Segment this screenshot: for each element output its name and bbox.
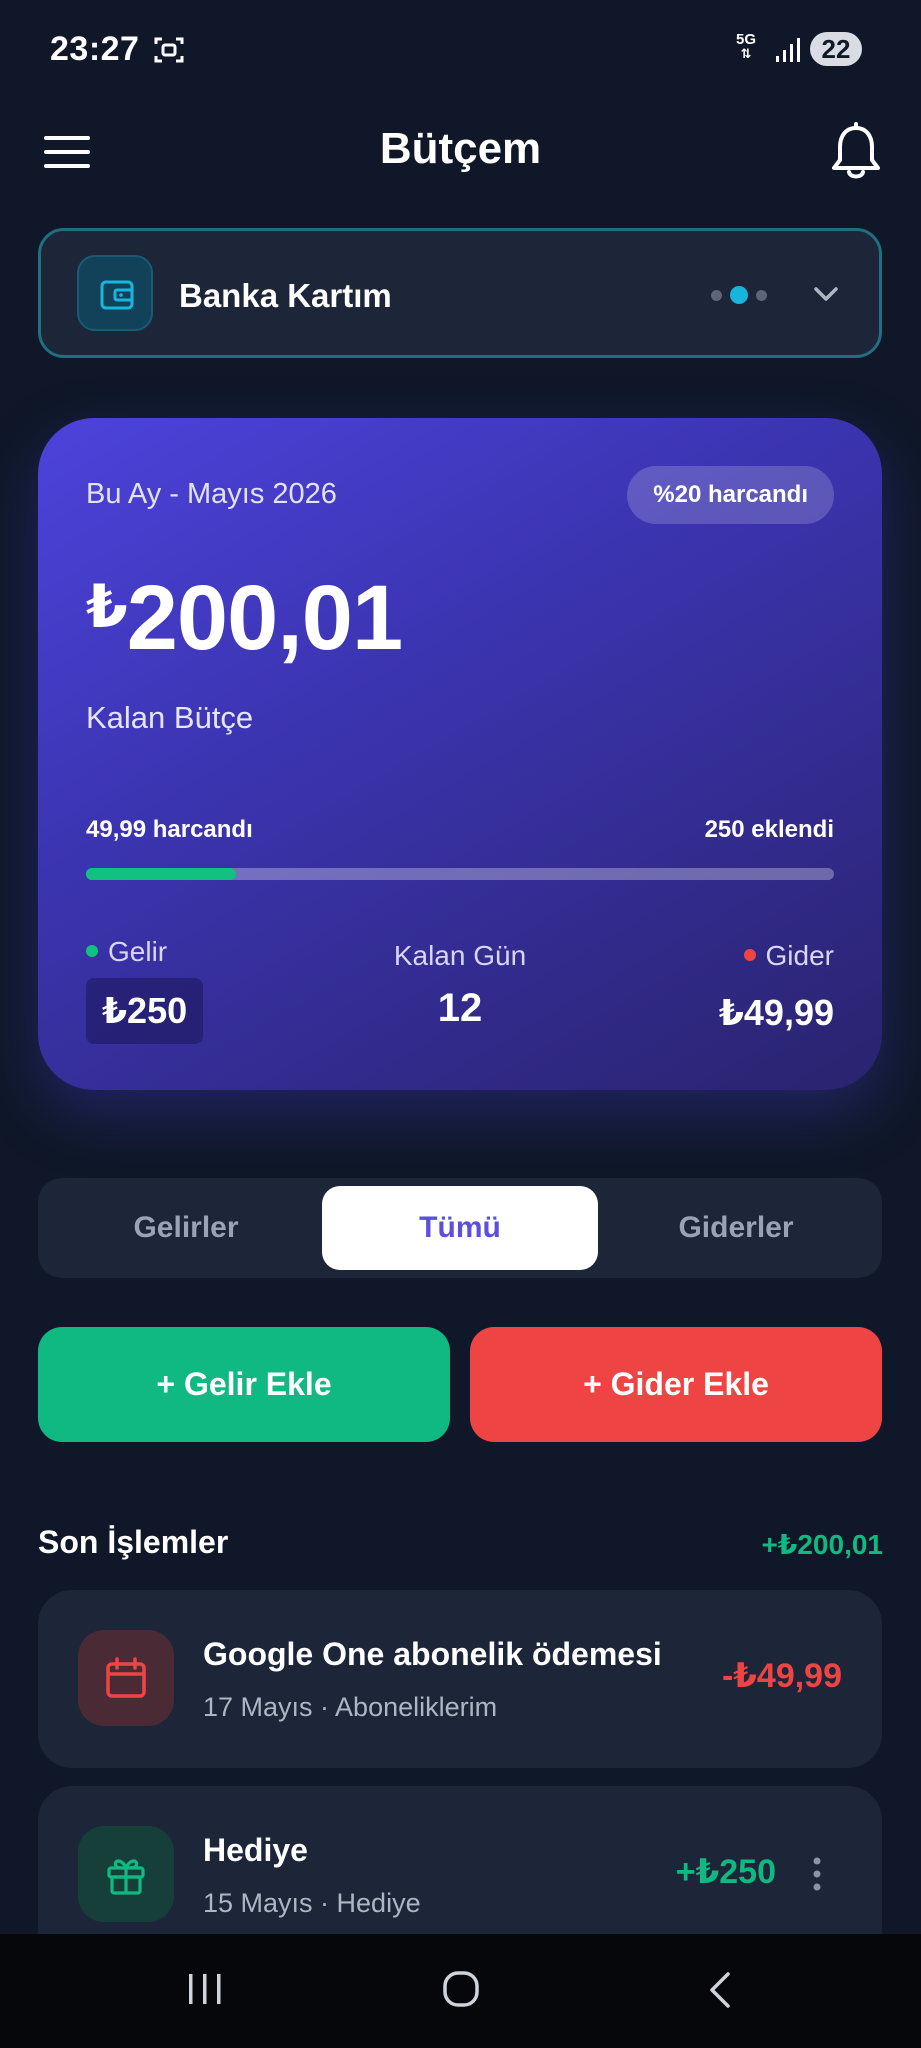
recent-transactions-total: +₺200,01	[761, 1529, 883, 1560]
expense-label: Gider	[743, 940, 834, 972]
tab-all[interactable]: Tümü	[322, 1186, 598, 1270]
system-nav-bar	[0, 1934, 921, 2048]
transaction-meta: 15 Mayıs · Hediye	[203, 1888, 421, 1918]
add-income-button[interactable]: + Gelir Ekle	[38, 1327, 450, 1442]
chevron-down-icon[interactable]	[811, 279, 841, 309]
more-vertical-icon[interactable]	[812, 1856, 822, 1892]
balance-value: 200,01	[126, 567, 403, 669]
battery-icon: 22	[810, 32, 862, 66]
balance-amount: ₺200,01	[86, 566, 403, 671]
balance-currency: ₺	[86, 573, 128, 640]
period-label: Bu Ay - Mayıs 2026	[86, 478, 337, 510]
battery-level: 22	[821, 34, 851, 64]
transaction-icon-tile	[78, 1630, 174, 1726]
status-bar: 23:27 5G ⇅ 22	[0, 0, 921, 100]
budget-card: Bu Ay - Mayıs 2026 %20 harcandı ₺200,01 …	[38, 418, 882, 1090]
account-selector[interactable]: Banka Kartım	[38, 228, 882, 358]
tab-expense[interactable]: Giderler	[598, 1186, 874, 1270]
account-name: Banka Kartım	[179, 277, 392, 314]
expense-label-text: Gider	[765, 940, 834, 971]
transaction-meta: 17 Mayıs · Aboneliklerim	[203, 1692, 498, 1722]
transaction-filter-tabs: Gelirler Tümü Giderler	[38, 1178, 882, 1278]
network-type-icon: 5G ⇅	[736, 31, 757, 61]
page-dot-active[interactable]	[730, 286, 748, 304]
transaction-amount: +₺250	[675, 1853, 776, 1891]
tab-income[interactable]: Gelirler	[48, 1186, 324, 1270]
status-time: 23:27	[50, 30, 140, 68]
balance-label: Kalan Bütçe	[86, 700, 254, 735]
account-page-dots[interactable]	[711, 286, 775, 306]
added-text: 250 eklendi	[704, 816, 834, 843]
expense-dot	[743, 948, 756, 961]
add-expense-button[interactable]: + Gider Ekle	[470, 1327, 882, 1442]
screenshot-icon	[154, 37, 184, 63]
recents-icon[interactable]	[186, 1972, 224, 2006]
spent-percent-badge: %20 harcandı	[627, 466, 834, 524]
expense-value: ₺49,99	[718, 992, 834, 1033]
back-icon[interactable]	[706, 1970, 734, 2010]
signal-icon	[776, 38, 800, 62]
transaction-item[interactable]: Google One abonelik ödemesi 17 Mayıs · A…	[38, 1590, 882, 1768]
gift-icon	[107, 1859, 145, 1895]
budget-progress-bar	[86, 868, 834, 880]
home-icon[interactable]	[442, 1970, 480, 2008]
page-dot[interactable]	[711, 289, 722, 301]
transaction-title: Google One abonelik ödemesi	[203, 1636, 662, 1672]
recent-transactions-title: Son İşlemler	[38, 1524, 229, 1560]
transaction-amount: -₺49,99	[721, 1657, 842, 1695]
wallet-tile	[77, 255, 153, 331]
spent-text: 49,99 harcandı	[86, 816, 253, 843]
bell-icon[interactable]	[828, 122, 884, 182]
calendar-icon	[106, 1657, 146, 1698]
page-title: Bütçem	[379, 124, 542, 173]
budget-progress-fill	[86, 868, 236, 880]
page-dot[interactable]	[756, 289, 767, 301]
transaction-icon-tile	[78, 1826, 174, 1922]
wallet-icon	[100, 280, 134, 310]
transaction-title: Hediye	[203, 1832, 308, 1868]
